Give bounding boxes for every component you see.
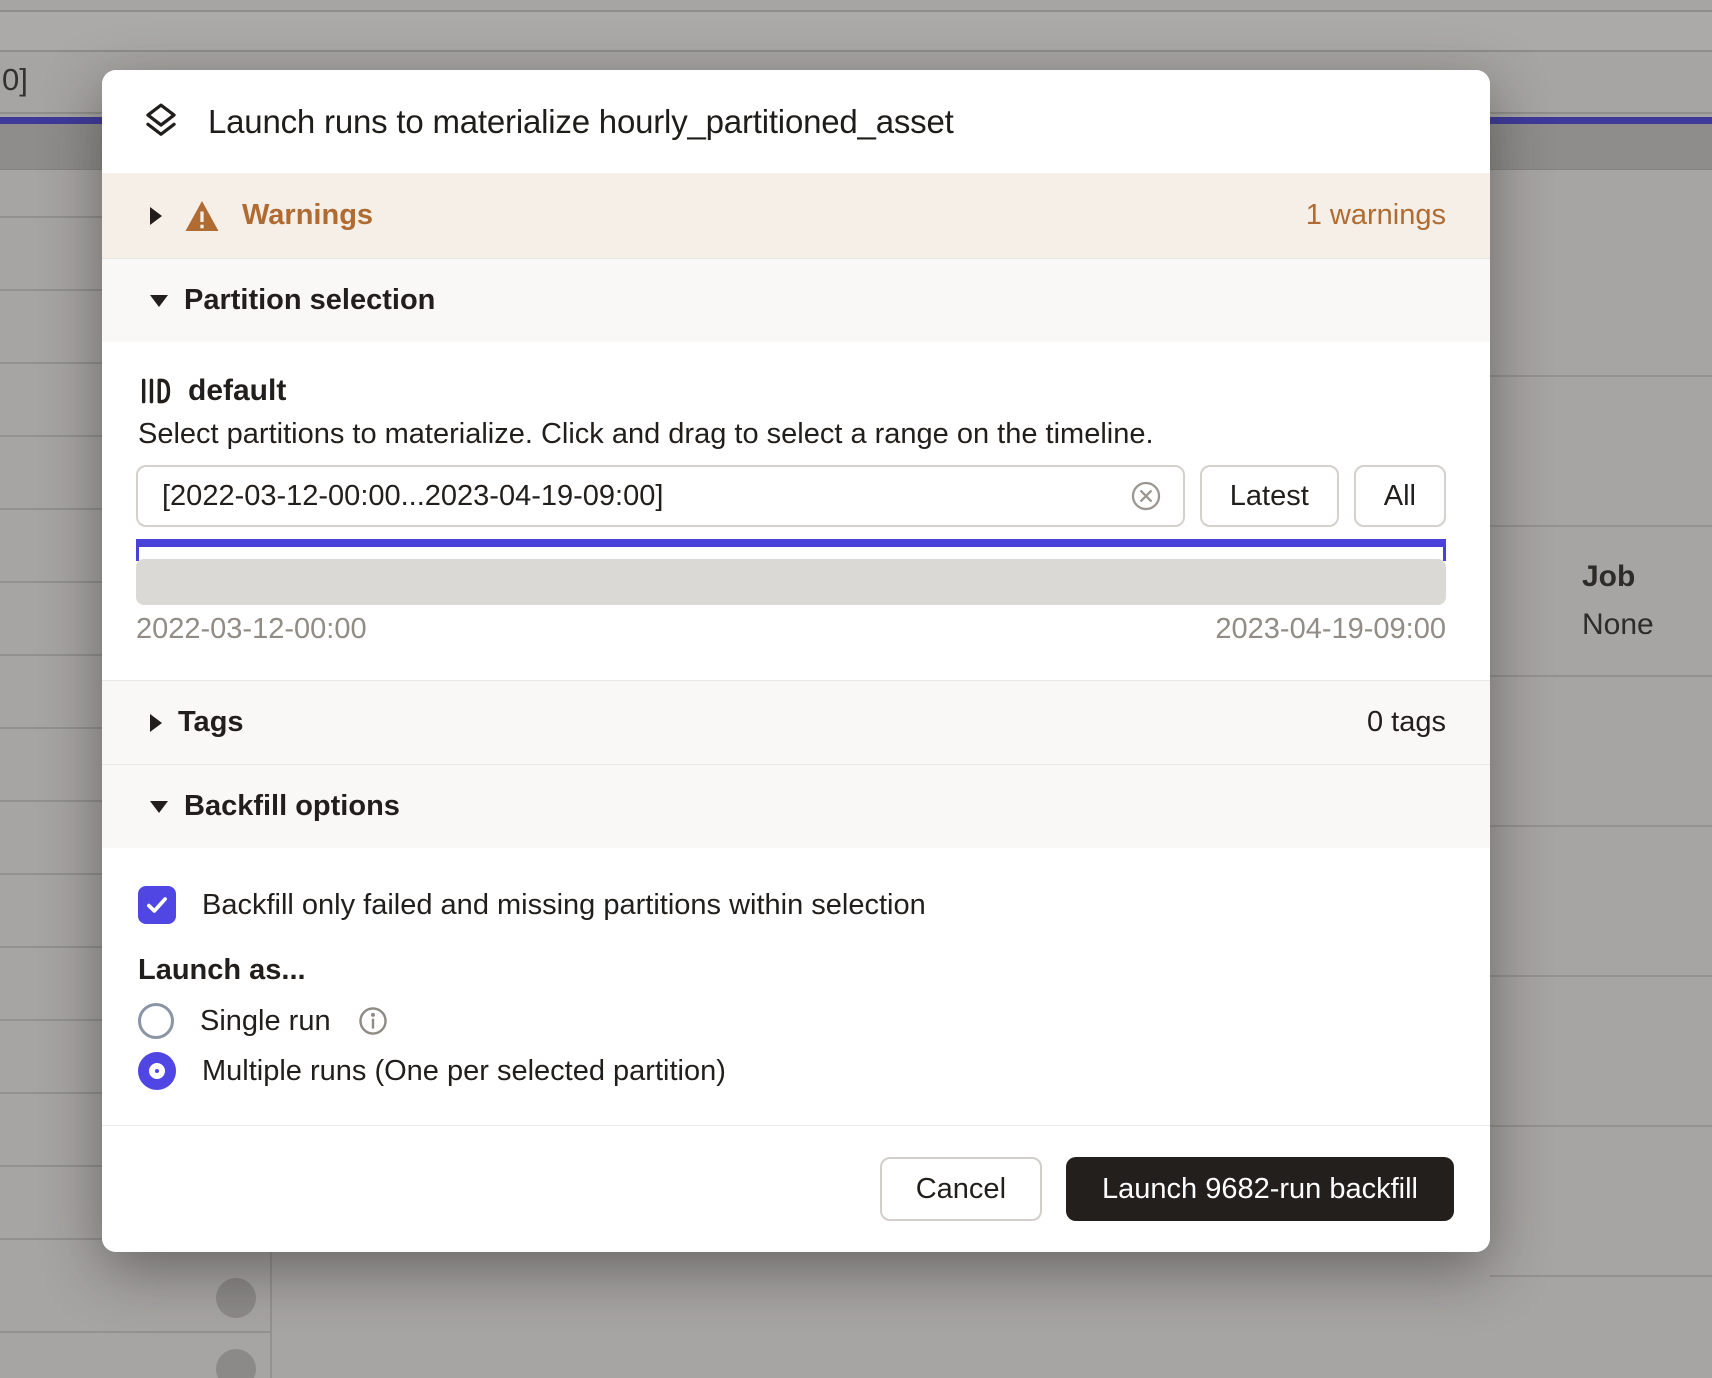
checkbox-checked-icon[interactable] (138, 886, 176, 924)
timeline-selection-end-tick (1443, 547, 1446, 561)
chevron-right-icon (150, 714, 162, 732)
background-job-cell: Job None (1582, 560, 1654, 642)
all-button[interactable]: All (1354, 465, 1446, 527)
background-row-divider (0, 1331, 270, 1333)
backfill-options-toggle[interactable]: Backfill options (102, 764, 1490, 848)
materialize-layers-icon (138, 99, 184, 145)
warnings-section-toggle[interactable]: Warnings 1 warnings (102, 173, 1490, 258)
partition-dimension-name: default (188, 374, 286, 408)
timeline-date-labels: 2022-03-12-00:00 2023-04-19-09:00 (136, 613, 1446, 646)
radio-selected-icon[interactable] (138, 1052, 176, 1090)
dialog-footer: Cancel Launch 9682-run backfill (102, 1126, 1490, 1252)
single-run-label: Single run (200, 1005, 331, 1038)
dialog-title: Launch runs to materialize hourly_partit… (208, 103, 954, 141)
background-table-rows-left (0, 145, 102, 1252)
checkbox-label: Backfill only failed and missing partiti… (202, 889, 926, 922)
background-toolbar (0, 12, 1712, 52)
multiple-runs-label: Multiple runs (One per selected partitio… (202, 1055, 726, 1088)
job-column-header: Job (1582, 560, 1654, 594)
chevron-down-icon (150, 295, 168, 307)
background-status-dot (216, 1278, 256, 1318)
partition-range-row: [2022-03-12-00:00...2023-04-19-09:00] La… (136, 465, 1446, 527)
timeline-selection-bar (136, 539, 1446, 547)
background-column-divider (270, 1252, 272, 1378)
info-icon[interactable] (357, 1005, 389, 1037)
backfill-options-body: Backfill only failed and missing partiti… (102, 848, 1490, 1125)
partition-set-icon (138, 374, 172, 408)
warning-icon (184, 199, 220, 233)
dialog-header: Launch runs to materialize hourly_partit… (102, 70, 1490, 173)
launch-backfill-dialog: Launch runs to materialize hourly_partit… (102, 70, 1490, 1252)
warnings-count-badge: 1 warnings (1306, 199, 1446, 232)
tags-count-badge: 0 tags (1367, 706, 1446, 739)
partition-selection-header: Partition selection (184, 284, 435, 317)
job-column-value: None (1582, 608, 1654, 642)
cancel-button[interactable]: Cancel (880, 1157, 1042, 1221)
partition-range-input[interactable]: [2022-03-12-00:00...2023-04-19-09:00] (136, 465, 1185, 527)
single-run-radio-row[interactable]: Single run (138, 999, 1446, 1043)
tags-toggle[interactable]: Tags 0 tags (102, 680, 1490, 764)
backfill-options-header: Backfill options (184, 790, 400, 823)
partition-selection-description: Select partitions to materialize. Click … (136, 418, 1446, 451)
warnings-label: Warnings (242, 199, 373, 232)
partition-selection-toggle[interactable]: Partition selection (102, 258, 1490, 342)
launch-as-label: Launch as... (138, 954, 1446, 987)
backfill-only-failed-checkbox-row[interactable]: Backfill only failed and missing partiti… (138, 886, 1446, 924)
timeline-track[interactable] (136, 559, 1446, 605)
background-table-rows-right (1490, 227, 1712, 1378)
partition-dimension-row: default (136, 374, 1446, 408)
multiple-runs-radio-row[interactable]: Multiple runs (One per selected partitio… (138, 1049, 1446, 1093)
radio-unselected-icon[interactable] (138, 1003, 174, 1039)
timeline-start-label: 2022-03-12-00:00 (136, 613, 367, 646)
tags-header: Tags (178, 706, 244, 739)
background-partial-text: 0] (2, 62, 28, 98)
chevron-right-icon (150, 207, 162, 225)
partition-timeline[interactable] (136, 539, 1446, 605)
latest-button[interactable]: Latest (1200, 465, 1339, 527)
timeline-selection-start-tick (136, 547, 139, 561)
partition-selection-body: default Select partitions to materialize… (102, 342, 1490, 680)
launch-backfill-button[interactable]: Launch 9682-run backfill (1066, 1157, 1454, 1221)
chevron-down-icon (150, 801, 168, 813)
partition-range-value: [2022-03-12-00:00...2023-04-19-09:00] (162, 480, 1117, 513)
clear-selection-icon[interactable] (1129, 479, 1163, 513)
timeline-end-label: 2023-04-19-09:00 (1215, 613, 1446, 646)
